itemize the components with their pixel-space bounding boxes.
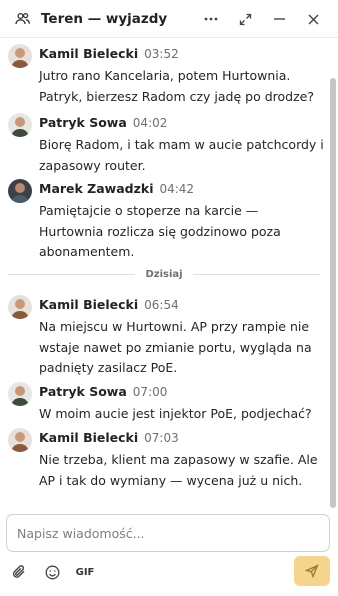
date-divider-label: Dzisiaj: [145, 268, 183, 280]
divider-line: [8, 273, 136, 275]
people-icon: [14, 11, 30, 27]
message-author[interactable]: Kamil Bielecki: [39, 430, 138, 445]
close-icon: [308, 14, 318, 24]
message-author[interactable]: Patryk Sowa: [39, 115, 127, 130]
composer-toolbar: GIF: [0, 556, 338, 588]
more-options-button[interactable]: [194, 0, 228, 38]
message-author[interactable]: Kamil Bielecki: [39, 297, 138, 312]
message-time: 04:42: [159, 182, 195, 196]
minimize-button[interactable]: [262, 0, 296, 38]
smiley-icon: [45, 565, 59, 579]
minimize-icon: [273, 18, 285, 20]
emoji-button[interactable]: [41, 556, 63, 588]
avatar[interactable]: [8, 295, 32, 319]
message-text: Jutro rano Kancelaria, potem Hurtownia. …: [39, 68, 314, 104]
message-scrollbar[interactable]: [330, 40, 336, 508]
scrollbar-thumb[interactable]: [330, 78, 336, 508]
gif-button[interactable]: GIF: [72, 556, 98, 588]
divider-line: [192, 273, 321, 275]
message-input[interactable]: [17, 525, 319, 541]
message-author[interactable]: Kamil Bielecki: [39, 46, 138, 61]
expand-icon: [239, 13, 251, 25]
message-text: Nie trzeba, klient ma zapasowy w szafie.…: [39, 452, 318, 488]
avatar[interactable]: [8, 382, 32, 406]
send-button[interactable]: [294, 556, 330, 586]
more-icon: [204, 17, 218, 21]
avatar[interactable]: [8, 113, 32, 137]
chat-title: Teren — wyjazdy: [41, 10, 168, 27]
expand-button[interactable]: [228, 0, 262, 38]
message-time: 07:03: [144, 431, 179, 445]
message-list[interactable]: Kamil Bielecki 03:52 Jutro rano Kancelari…: [0, 38, 338, 510]
message-text: W moim aucie jest injektor PoE, podjecha…: [39, 406, 312, 421]
message-author[interactable]: Marek Zawadzki: [39, 181, 153, 196]
header-actions: [194, 0, 330, 38]
date-divider: Dzisiaj: [8, 264, 321, 284]
message-text: Na miejscu w Hurtowni. AP przy rampie ni…: [39, 319, 312, 375]
paperclip-icon: [12, 565, 25, 578]
avatar[interactable]: [8, 44, 32, 68]
avatar[interactable]: [8, 179, 32, 203]
message-composer: [6, 514, 330, 552]
send-icon: [305, 564, 319, 578]
message-time: 06:54: [144, 298, 179, 312]
message-time: 04:02: [132, 116, 168, 130]
message-time: 07:00: [132, 385, 168, 399]
avatar[interactable]: [8, 428, 32, 452]
chat-header: Teren — wyjazdy: [0, 0, 338, 38]
message-time: 03:52: [144, 47, 179, 61]
message-author[interactable]: Patryk Sowa: [39, 384, 127, 399]
message-text: Biorę Radom, i tak mam w aucie patchcord…: [39, 137, 324, 173]
close-button[interactable]: [296, 0, 330, 38]
attach-button[interactable]: [8, 556, 30, 588]
message-text: Pamiętajcie o stoperze na karcie — Hurto…: [39, 203, 281, 259]
